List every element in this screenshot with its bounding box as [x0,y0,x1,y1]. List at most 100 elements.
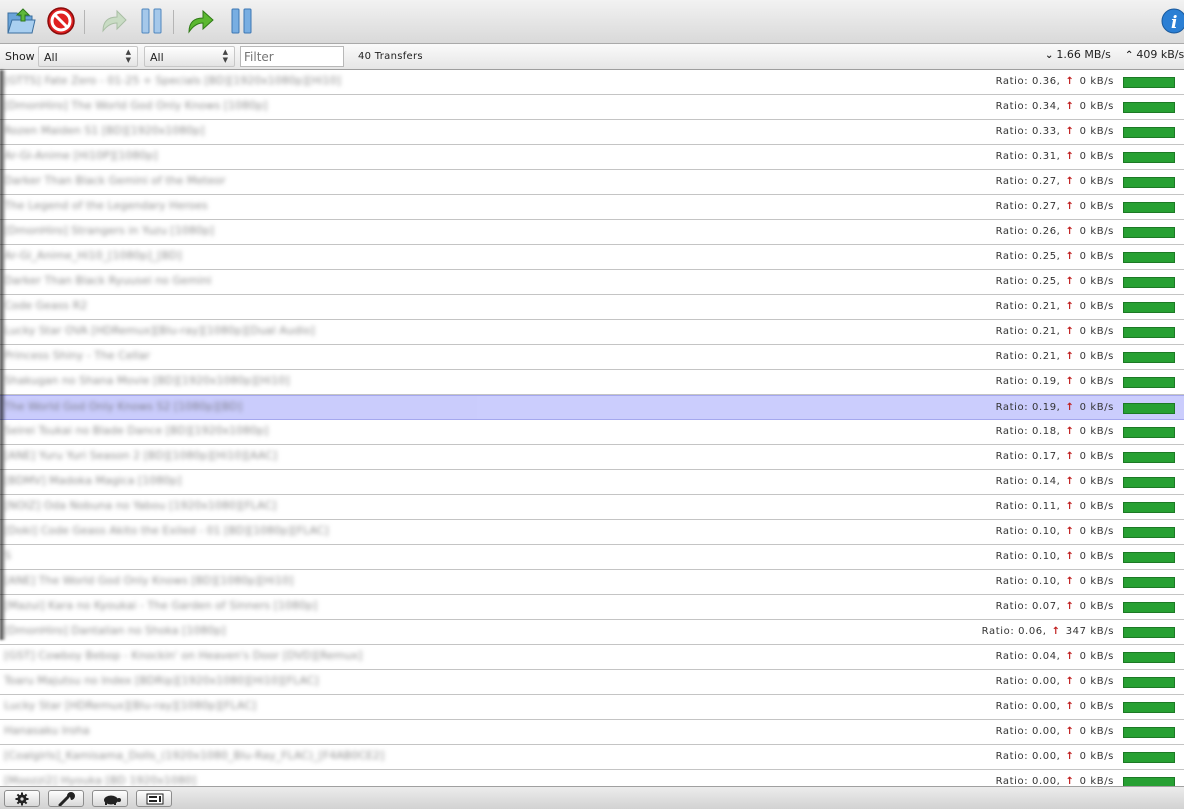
transfer-row[interactable]: Lucky Star [HDRemux][Blu-ray][1080p][FLA… [0,695,1184,720]
name-redaction-overlay [0,670,477,694]
transfer-row[interactable]: The World God Only Knows S2 [1080p][BD] R… [0,395,1184,420]
transfer-row[interactable]: [Mazui] Kara no Kyoukai - The Garden of … [0,595,1184,620]
remove-stop-icon[interactable] [45,5,77,37]
upload-arrow-icon: ↑ [1061,76,1079,87]
progress-bar [1123,252,1175,263]
transfer-stats: Ratio: 0.18, ↑ 0 kB/s [996,426,1114,437]
gear-icon [15,792,29,806]
turtle-icon [104,795,121,805]
upload-rate: 0 kB/s [1079,276,1114,287]
progress-bar [1123,327,1175,338]
toolbar-separator [84,10,85,34]
name-redaction-overlay [0,120,477,144]
pause-all-icon[interactable] [227,5,259,37]
transfer-row[interactable]: Darker Than Black Ryuusei no Gemini Ratio… [0,270,1184,295]
transfer-row[interactable]: Hanasaku Iroha Ratio: 0.00, ↑ 0 kB/s [0,720,1184,745]
upload-arrow-icon: ↑ [1061,101,1079,112]
filter-search-input[interactable] [240,46,344,67]
transfer-row[interactable]: The Legend of the Legendary Heroes Ratio:… [0,195,1184,220]
transfer-row[interactable]: Rozen Maiden S1 [BD][1920x1080p] Ratio: 0… [0,120,1184,145]
info-icon[interactable]: i [1160,5,1184,37]
upload-rate: 0 kB/s [1079,476,1114,487]
progress-bar [1123,302,1175,313]
transfer-row[interactable]: Shakugan no Shana Movie [BD][1920x1080p]… [0,370,1184,395]
transfer-row[interactable]: [DmonHiro] The World God Only Knows [108… [0,95,1184,120]
compact-view-button[interactable] [136,790,172,807]
transfer-row[interactable]: Ar-Gi-Anime [Hi10P][1080p] Ratio: 0.31, ↑… [0,145,1184,170]
upload-arrow-icon: ↑ [1061,451,1079,462]
upload-arrow-icon: ↑ [1061,326,1079,337]
start-all-icon[interactable] [185,5,217,37]
transfer-row[interactable]: Seirei Tsukai no Blade Dance [BD][1920x1… [0,420,1184,445]
transfer-stats: Ratio: 0.19, ↑ 0 kB/s [996,402,1114,413]
upload-rate: 0 kB/s [1079,451,1114,462]
upload-arrow-icon: ↑ [1061,501,1079,512]
main-toolbar: i [0,0,1184,44]
transfer-row[interactable]: [GST] Cowboy Bebop - Knockin' on Heaven'… [0,645,1184,670]
transfer-row[interactable]: Toaru Majutsu no Index [BDRip][1920x1080… [0,670,1184,695]
ratio-text: Ratio: 0.14, [995,476,1061,487]
transfer-row[interactable]: S Ratio: 0.10, ↑ 0 kB/s [0,545,1184,570]
transfer-row[interactable]: Princess Shiny - The Cellar Ratio: 0.21, … [0,345,1184,370]
progress-bar [1123,377,1175,388]
select-arrows-icon: ▲ ▼ [125,48,131,64]
transfer-stats: Ratio: 0.07, ↑ 0 kB/s [996,601,1114,612]
ratio-text: Ratio: 0.21, [995,301,1061,312]
transfer-row[interactable]: [DmonHiro] Dantalian no Shoka [1080p] Rat… [0,620,1184,645]
transfer-stats: Ratio: 0.14, ↑ 0 kB/s [996,476,1114,487]
name-redaction-overlay [0,295,477,319]
transfer-row[interactable]: Ar-Gi_Anime_Hi10_[1080p]_[BD] Ratio: 0.25… [0,245,1184,270]
progress-bar [1123,752,1175,763]
settings-button[interactable] [4,790,40,807]
transfer-row[interactable]: [ANE] The World God Only Knows [BD][1080… [0,570,1184,595]
transfer-row[interactable]: [Moozzi2] Hyouka [BD 1920x1080] Ratio: 0.… [0,770,1184,786]
upload-rate: 0 kB/s [1079,251,1114,262]
ratio-text: Ratio: 0.10, [995,576,1061,587]
preferences-button[interactable] [48,790,84,807]
upload-speed[interactable]: ⌃ 409 kB/s [1125,48,1184,61]
ratio-text: Ratio: 0.34, [995,101,1061,112]
name-redaction-overlay [0,595,477,619]
name-redaction-overlay [0,495,477,519]
transfer-stats: Ratio: 0.21, ↑ 0 kB/s [996,326,1114,337]
activity-filter-select[interactable]: All ▲ ▼ [38,46,138,67]
transfer-row[interactable]: Code Geass R2 Ratio: 0.21, ↑ 0 kB/s [0,295,1184,320]
ratio-text: Ratio: 0.27, [995,176,1061,187]
speed-limit-button[interactable] [92,790,128,807]
transfer-row[interactable]: [ANE] Yuru Yuri Season 2 [BD][1080p][Hi1… [0,445,1184,470]
upload-rate: 0 kB/s [1079,101,1114,112]
download-speed[interactable]: ⌄ 1.66 MB/s [1045,48,1111,61]
transfer-row[interactable]: [BDMV] Madoka Magica [1080p] Ratio: 0.14,… [0,470,1184,495]
upload-rate: 347 kB/s [1065,626,1114,637]
transfer-list[interactable]: [GTTS] Fate Zero - 01-25 + Specials [BD]… [0,70,1184,786]
upload-rate: 0 kB/s [1079,651,1114,662]
transfer-row[interactable]: Lucky Star OVA [HDRemux][Blu-ray][1080p]… [0,320,1184,345]
upload-arrow-icon: ↑ [1061,601,1079,612]
progress-bar [1123,502,1175,513]
transfer-row[interactable]: [Doki] Code Geass Akito the Exiled - 01 … [0,520,1184,545]
transfer-row[interactable]: [Coalgirls]_Kamisama_Dolls_(1920x1080_Bl… [0,745,1184,770]
progress-bar [1123,77,1175,88]
ratio-text: Ratio: 0.00, [995,676,1061,687]
ratio-text: Ratio: 0.18, [995,426,1061,437]
ratio-text: Ratio: 0.10, [995,551,1061,562]
transfer-stats: Ratio: 0.26, ↑ 0 kB/s [996,226,1114,237]
ratio-text: Ratio: 0.11, [995,501,1061,512]
upload-arrow-icon: ↑ [1061,351,1079,362]
progress-bar [1123,102,1175,113]
transfer-stats: Ratio: 0.25, ↑ 0 kB/s [996,276,1114,287]
progress-bar [1123,552,1175,563]
transfer-stats: Ratio: 0.00, ↑ 0 kB/s [996,701,1114,712]
transfers-count: 40 Transfers [358,51,423,62]
transfer-stats: Ratio: 0.19, ↑ 0 kB/s [996,376,1114,387]
name-redaction-overlay [0,345,477,369]
start-icon[interactable] [97,5,129,37]
transfer-row[interactable]: [DmonHiro] Strangers in Yuzu [1080p] Rati… [0,220,1184,245]
open-folder-icon[interactable] [5,5,37,37]
pause-icon[interactable] [136,5,168,37]
transfer-row[interactable]: [NOIZ] Oda Nobuna no Yabou [1920x1080][F… [0,495,1184,520]
upload-arrow-icon: ↑ [1061,276,1079,287]
transfer-row[interactable]: Darker Than Black Gemini of the Meteor Ra… [0,170,1184,195]
group-filter-select[interactable]: All ▲ ▼ [144,46,235,67]
transfer-row[interactable]: [GTTS] Fate Zero - 01-25 + Specials [BD]… [0,70,1184,95]
